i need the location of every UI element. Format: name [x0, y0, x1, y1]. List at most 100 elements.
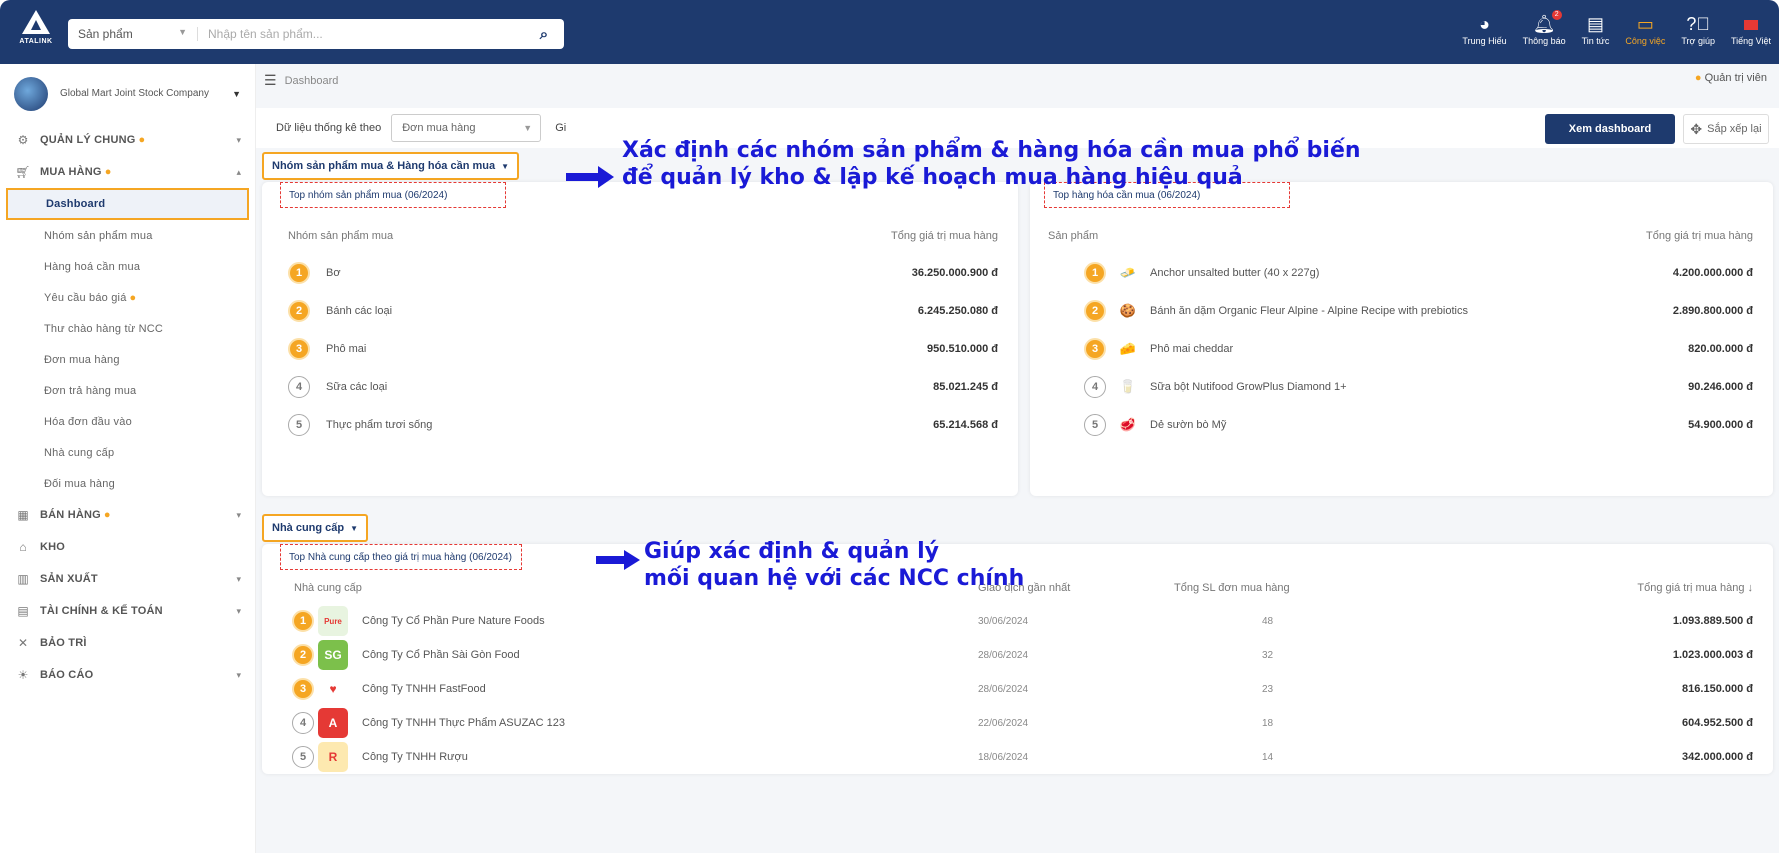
status-dot: ● — [138, 134, 146, 146]
column-header: Tổng giá trị mua hàng — [890, 230, 998, 242]
product-value: 90.246.000 đ — [1688, 381, 1753, 393]
sidebar-item-general[interactable]: ⚙ QUẢN LÝ CHUNG ● ▾ — [0, 124, 255, 156]
sidebar-item-supplier-offers[interactable]: Thư chào hàng từ NCC — [0, 313, 255, 344]
sidebar-item-purchasing[interactable]: 🛒︎ MUA HÀNG ● ▴ — [0, 156, 255, 188]
nav-notifications[interactable]: 🔔︎ 2 Thông báo — [1523, 10, 1566, 46]
column-header: Tổng giá trị mua hàng ↓ — [1637, 582, 1753, 594]
rank-badge: 3 — [292, 678, 314, 700]
sidebar-item-finance[interactable]: ▤ TÀI CHÍNH & KẾ TOÁN ▾ — [0, 595, 255, 627]
table-row[interactable]: 3 ♥ Công Ty TNHH FastFood 28/06/2024 23 816.1… — [262, 670, 1773, 708]
sidebar-item-label: Dashboard — [46, 198, 106, 210]
wrench-icon: ✕ — [17, 636, 29, 650]
product-thumbnail-icon: 🧈 — [1119, 265, 1137, 280]
sidebar-item-input-invoices[interactable]: Hóa đơn đầu vào — [0, 406, 255, 437]
nav-user[interactable]: ◕ Trung Hiếu — [1462, 12, 1506, 46]
warehouse-icon: ⌂ — [19, 540, 27, 554]
list-item[interactable]: 5 🥩 Dẻ sườn bò Mỹ 54.900.000 đ — [1030, 406, 1773, 444]
sidebar-item-quote-request[interactable]: Yêu cầu báo giá ● — [0, 282, 255, 313]
search-category-select[interactable]: Sản phẩm ▼ — [68, 27, 198, 41]
order-count: 32 — [1262, 649, 1274, 661]
list-item[interactable]: 2 🍪 Bánh ăn dặm Organic Fleur Alpine - Alp… — [1030, 292, 1773, 330]
breadcrumb-current: Dashboard — [284, 74, 339, 87]
nav-help[interactable]: ?⃝ Trợ giúp — [1681, 12, 1715, 46]
sidebar-item-reports[interactable]: ☀ BÁO CÁO ▾ — [0, 659, 255, 691]
section-label: Nhà cung cấp — [272, 522, 345, 534]
product-thumbnail-icon: 🥩 — [1119, 417, 1137, 432]
list-item[interactable]: 1 Bơ 36.250.000.900 đ — [262, 254, 1018, 292]
filter-label: Dữ liệu thống kê theo — [276, 122, 382, 134]
search-icon[interactable]: ⌕ — [524, 26, 564, 43]
list-item[interactable]: 4 🥛 Sữa bột Nutifood GrowPlus Diamond 1+ 90… — [1030, 368, 1773, 406]
sidebar-item-purchase-returns[interactable]: Đơn trả hàng mua — [0, 375, 255, 406]
product-name: Anchor unsalted butter (40 x 227g) — [1150, 267, 1320, 279]
search-bar: Sản phẩm ▼ Nhập tên sản phẩm... ⌕ — [68, 19, 564, 49]
group-value: 950.510.000 đ — [927, 343, 998, 355]
company-switcher[interactable]: Global Mart Joint Stock Company ▼ — [0, 64, 255, 124]
table-row[interactable]: 5 R Công Ty TNHH Rượu 18/06/2024 14 342.000.0… — [262, 738, 1773, 776]
filter-select-value: Đơn mua hàng — [402, 122, 476, 134]
supplier-value: 604.952.500 đ — [1682, 717, 1753, 729]
rearrange-button[interactable]: ✥ Sắp xếp lại — [1683, 114, 1769, 144]
filter-secondary-label: Gi — [555, 122, 567, 134]
gear-icon: ⚙ — [17, 133, 29, 147]
sidebar-item-text: BÁN HÀNG — [40, 509, 101, 521]
nav-news[interactable]: ▤ Tin tức — [1582, 12, 1610, 46]
sidebar-item-suppliers[interactable]: Nhà cung cấp — [0, 437, 255, 468]
sidebar-item-purchase-orders[interactable]: Đơn mua hàng — [0, 344, 255, 375]
table-row[interactable]: 4 A Công Ty TNHH Thực Phẩm ASUZAC 123 22/06… — [262, 704, 1773, 742]
list-item[interactable]: 4 Sữa các loại 85.021.245 đ — [262, 368, 1018, 406]
atalink-logo[interactable]: ATALINK — [14, 10, 58, 56]
group-value: 85.021.245 đ — [933, 381, 998, 393]
section-suppliers-button[interactable]: Nhà cung cấp ▼ — [262, 514, 369, 542]
last-transaction-date: 18/06/2024 — [978, 751, 1029, 763]
list-item[interactable]: 1 🧈 Anchor unsalted butter (40 x 227g) 4.20… — [1030, 254, 1773, 292]
sidebar-item-sales[interactable]: ▦ BÁN HÀNG ● ▾ — [0, 499, 255, 531]
list-item[interactable]: 2 Bánh các loại 6.245.250.080 đ — [262, 292, 1018, 330]
nav-news-label: Tin tức — [1581, 36, 1610, 46]
sidebar-item-warehouse[interactable]: ⌂ KHO — [0, 531, 255, 563]
sidebar-item-label: Đơn trả hàng mua — [44, 384, 137, 397]
callout-text-2: Giúp xác định & quản lý mối quan hệ với … — [644, 538, 1024, 592]
sidebar-item-product-groups[interactable]: Nhóm sản phẩm mua — [0, 220, 255, 251]
rearrange-label: Sắp xếp lại — [1707, 123, 1762, 135]
section-product-groups-button[interactable]: Nhóm sản phẩm mua & Hàng hóa cần mua ▼ — [262, 152, 520, 180]
view-dashboard-button[interactable]: Xem dashboard — [1545, 114, 1675, 144]
product-value: 820.00.000 đ — [1688, 343, 1753, 355]
nav-tasks[interactable]: ▭ Công việc — [1625, 12, 1665, 46]
filter-select[interactable]: Đơn mua hàng ▼ — [391, 114, 542, 142]
news-icon: ▤ — [1586, 14, 1604, 34]
table-row[interactable]: 2 SG Công Ty Cổ Phần Sài Gòn Food 28/06/202… — [262, 636, 1773, 674]
sidebar-item-production[interactable]: ▥ SẢN XUẤT ▾ — [0, 563, 255, 595]
sidebar-item-text: QUẢN LÝ CHUNG — [40, 134, 136, 146]
supplier-name: Công Ty Cổ Phần Pure Nature Foods — [362, 615, 545, 627]
sidebar-item-purchase-reconcile[interactable]: Đối mua hàng — [0, 468, 255, 499]
table-row[interactable]: 1 Pure Công Ty Cổ Phần Pure Nature Foods 30… — [262, 602, 1773, 640]
supplier-name: Công Ty TNHH Rượu — [362, 751, 468, 763]
callout-arrow-2 — [596, 550, 640, 570]
sidebar-item-label: BẢO TRÌ — [40, 637, 87, 649]
last-transaction-date: 22/06/2024 — [978, 717, 1029, 729]
rank-badge: 5 — [292, 746, 314, 768]
callout-line: mối quan hệ với các NCC chính — [644, 566, 1025, 591]
nav-language[interactable]: Tiếng Việt — [1731, 12, 1771, 46]
list-item[interactable]: 3 Phô mai 950.510.000 đ — [262, 330, 1018, 368]
product-value: 54.900.000 đ — [1688, 419, 1753, 431]
product-thumbnail-icon: 🧀 — [1119, 341, 1137, 356]
list-item[interactable]: 3 🧀 Phô mai cheddar 820.00.000 đ — [1030, 330, 1773, 368]
search-input[interactable]: Nhập tên sản phẩm... — [198, 27, 524, 41]
rank-badge: 1 — [288, 262, 310, 284]
sidebar-item-dashboard[interactable]: Dashboard — [6, 188, 249, 220]
sidebar-item-maintenance[interactable]: ✕ BẢO TRÌ — [0, 627, 255, 659]
sidebar-item-goods-to-buy[interactable]: Hàng hoá cần mua — [0, 251, 255, 282]
store-icon: ▦ — [17, 508, 29, 522]
callout-line: để quản lý kho & lập kế hoạch mua hàng h… — [622, 165, 1243, 190]
product-name: Sữa bột Nutifood GrowPlus Diamond 1+ — [1150, 381, 1347, 393]
supplier-value: 1.093.889.500 đ — [1672, 615, 1753, 627]
supplier-logo: Pure — [318, 606, 348, 636]
last-transaction-date: 30/06/2024 — [978, 615, 1029, 627]
last-transaction-date: 28/06/2024 — [978, 649, 1029, 661]
list-item[interactable]: 5 Thực phẩm tươi sống 65.214.568 đ — [262, 406, 1018, 444]
menu-toggle-icon[interactable]: ☰ — [264, 72, 277, 89]
column-header: Sản phẩm — [1048, 230, 1099, 242]
last-transaction-date: 28/06/2024 — [978, 683, 1029, 695]
